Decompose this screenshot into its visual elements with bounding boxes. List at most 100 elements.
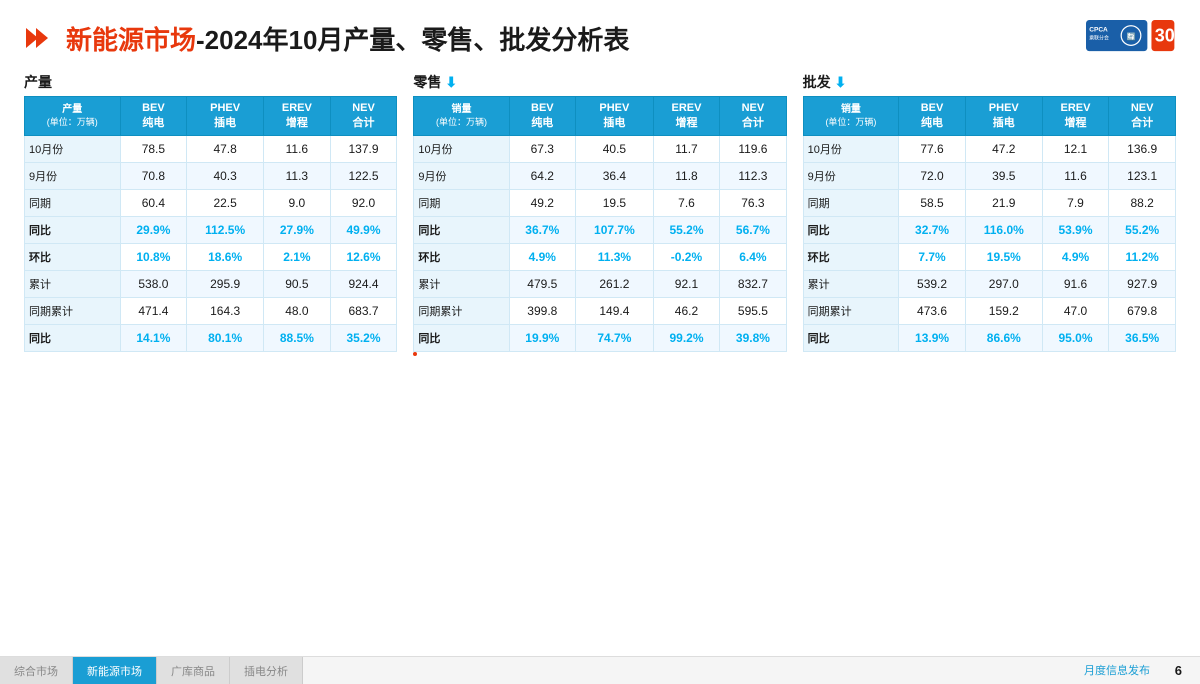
row-label: 同期累计: [803, 298, 899, 325]
production-label: 产量: [24, 72, 52, 92]
cell-bev: 471.4: [120, 298, 187, 325]
bottom-bar: 综合市场 新能源市场 广库商品 插电分析 月度信息发布 6: [0, 656, 1200, 684]
table-row: 同期累计473.6159.247.0679.8: [803, 298, 1175, 325]
ws-th-phev: PHEV插电: [965, 97, 1042, 136]
cell-bev: 538.0: [120, 271, 187, 298]
header: 新能源市场-2024年10月产量、零售、批发分析表 CPCA 乘联分会 🔄 30: [24, 18, 1176, 58]
cell-erev: 95.0%: [1042, 325, 1109, 352]
cell-nev: 123.1: [1109, 163, 1176, 190]
row-label: 9月份: [803, 163, 899, 190]
row-label: 同比: [25, 325, 121, 352]
cell-phev: 80.1%: [187, 325, 264, 352]
cell-erev: 47.0: [1042, 298, 1109, 325]
cell-nev: 56.7%: [720, 217, 786, 244]
cpca-logo: CPCA 乘联分会 🔄 30: [1086, 18, 1176, 58]
cell-erev: 90.5: [264, 271, 331, 298]
tables-container: 产量 产量(单位：万辆) BEV纯电 PHEV插电 EREV增程 NEV合计 1…: [24, 72, 1176, 352]
cell-bev: 60.4: [120, 190, 187, 217]
title-normal: -2024年10月产量、零售、批发分析表: [196, 25, 629, 55]
tab-comprehensive-market[interactable]: 综合市场: [0, 657, 73, 684]
cell-phev: 295.9: [187, 271, 264, 298]
row-label: 9月份: [25, 163, 121, 190]
cell-erev: 12.1: [1042, 136, 1109, 163]
row-label: 环比: [414, 244, 509, 271]
cell-bev: 14.1%: [120, 325, 187, 352]
row-label: 累计: [25, 271, 121, 298]
ws-th-erev: EREV增程: [1042, 97, 1109, 136]
cell-nev: 136.9: [1109, 136, 1176, 163]
cell-phev: 74.7%: [576, 325, 654, 352]
table-row: 同比14.1%80.1%88.5%35.2%: [25, 325, 397, 352]
cell-erev: 48.0: [264, 298, 331, 325]
cell-nev: 595.5: [720, 298, 786, 325]
table-row: 同期58.521.97.988.2: [803, 190, 1175, 217]
table-row: 同比19.9%74.7%99.2%39.8%: [414, 325, 786, 352]
cell-phev: 107.7%: [576, 217, 654, 244]
table-row: 同期累计399.8149.446.2595.5: [414, 298, 786, 325]
cell-erev: 88.5%: [264, 325, 331, 352]
cell-phev: 11.3%: [576, 244, 654, 271]
production-panel: 产量 产量(单位：万辆) BEV纯电 PHEV插电 EREV增程 NEV合计 1…: [24, 72, 397, 352]
table-row: 同比29.9%112.5%27.9%49.9%: [25, 217, 397, 244]
cell-erev: 91.6: [1042, 271, 1109, 298]
cell-nev: 6.4%: [720, 244, 786, 271]
row-label: 环比: [25, 244, 121, 271]
svg-text:CPCA: CPCA: [1089, 26, 1108, 33]
row-label: 同期: [25, 190, 121, 217]
table-row: 同期49.219.57.676.3: [414, 190, 786, 217]
table-row: 环比10.8%18.6%2.1%12.6%: [25, 244, 397, 271]
cell-bev: 64.2: [509, 163, 575, 190]
tables-wrapper: 产量 产量(单位：万辆) BEV纯电 PHEV插电 EREV增程 NEV合计 1…: [24, 72, 1176, 352]
cell-erev: 11.6: [264, 136, 331, 163]
table-row: 9月份70.840.311.3122.5: [25, 163, 397, 190]
cell-erev: 99.2%: [653, 325, 719, 352]
cell-phev: 21.9: [965, 190, 1042, 217]
cell-bev: 13.9%: [899, 325, 966, 352]
cell-bev: 70.8: [120, 163, 187, 190]
cell-phev: 261.2: [576, 271, 654, 298]
cell-bev: 399.8: [509, 298, 575, 325]
page-number: 6: [1175, 663, 1182, 678]
cell-nev: 55.2%: [1109, 217, 1176, 244]
cell-erev: 55.2%: [653, 217, 719, 244]
table-row: 9月份64.236.411.8112.3: [414, 163, 786, 190]
row-label: 环比: [803, 244, 899, 271]
cell-nev: 122.5: [330, 163, 397, 190]
tab-inventory[interactable]: 广库商品: [157, 657, 230, 684]
cell-bev: 29.9%: [120, 217, 187, 244]
wholesale-down-icon: ⬇: [835, 74, 847, 91]
cell-bev: 32.7%: [899, 217, 966, 244]
cell-phev: 39.5: [965, 163, 1042, 190]
tab-nev-market[interactable]: 新能源市场: [73, 657, 157, 684]
cell-bev: 479.5: [509, 271, 575, 298]
cell-nev: 832.7: [720, 271, 786, 298]
retail-table-wrapper: 销量(单位：万辆) BEV纯电 PHEV插电 EREV增程 NEV合计 10月份…: [413, 96, 786, 352]
cell-erev: 4.9%: [1042, 244, 1109, 271]
cell-bev: 7.7%: [899, 244, 966, 271]
row-label: 10月份: [803, 136, 899, 163]
cell-nev: 92.0: [330, 190, 397, 217]
retail-highlight-border: [413, 352, 417, 356]
cell-nev: 137.9: [330, 136, 397, 163]
table-row: 同比32.7%116.0%53.9%55.2%: [803, 217, 1175, 244]
cell-erev: 7.6: [653, 190, 719, 217]
retail-th-bev: BEV纯电: [509, 97, 575, 136]
row-label: 同比: [25, 217, 121, 244]
retail-table: 销量(单位：万辆) BEV纯电 PHEV插电 EREV增程 NEV合计 10月份…: [413, 96, 786, 352]
cell-phev: 40.3: [187, 163, 264, 190]
cell-phev: 22.5: [187, 190, 264, 217]
retail-th-label: 销量(单位：万辆): [414, 97, 509, 136]
table-row: 10月份67.340.511.7119.6: [414, 136, 786, 163]
cell-phev: 18.6%: [187, 244, 264, 271]
retail-th-phev: PHEV插电: [576, 97, 654, 136]
table-row: 累计539.2297.091.6927.9: [803, 271, 1175, 298]
table-row: 10月份77.647.212.1136.9: [803, 136, 1175, 163]
row-label: 同期: [803, 190, 899, 217]
tab-plugin-analysis[interactable]: 插电分析: [230, 657, 303, 684]
cell-erev: 92.1: [653, 271, 719, 298]
cell-erev: 11.8: [653, 163, 719, 190]
cell-nev: 683.7: [330, 298, 397, 325]
row-label: 累计: [414, 271, 509, 298]
cell-nev: 12.6%: [330, 244, 397, 271]
retail-label: 零售: [413, 72, 441, 92]
